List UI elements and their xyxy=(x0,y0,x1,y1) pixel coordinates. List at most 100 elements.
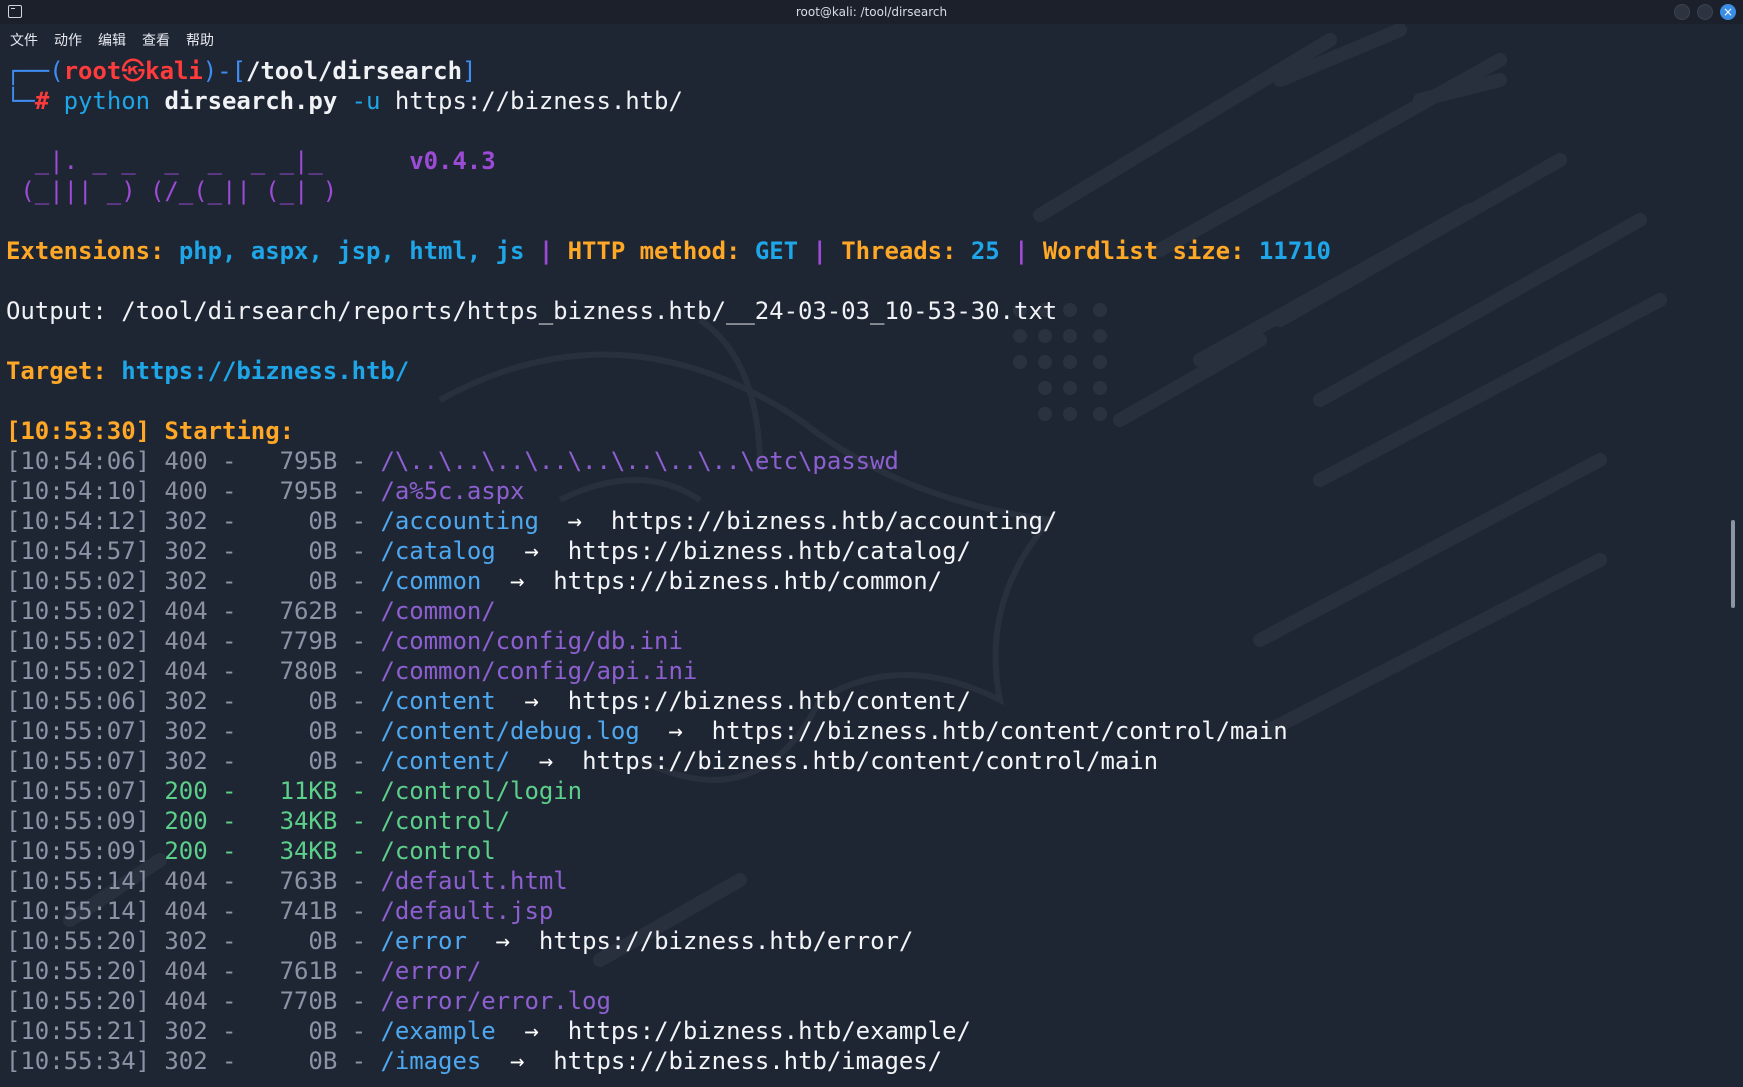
result-path: /content/debug.log xyxy=(380,717,640,745)
result-status: 302 xyxy=(164,537,208,565)
redirect-arrow: → xyxy=(538,747,554,775)
close-button[interactable]: × xyxy=(1720,4,1736,20)
target-label: Target: xyxy=(6,357,107,385)
output-path: /tool/dirsearch/reports/https_bizness.ht… xyxy=(121,297,1058,325)
minimize-button[interactable] xyxy=(1674,4,1690,20)
result-dash: - xyxy=(222,747,237,775)
result-dash: - xyxy=(222,1017,237,1045)
result-dash: - xyxy=(351,957,367,985)
result-size: 779B xyxy=(279,627,338,655)
result-status: 302 xyxy=(164,1017,208,1045)
redirect-arrow: → xyxy=(524,687,539,715)
result-size: 0B xyxy=(308,927,338,955)
result-dash: - xyxy=(222,807,237,835)
result-dash: - xyxy=(351,777,367,805)
result-size: 0B xyxy=(308,1047,338,1075)
terminal-window: root@kali: /tool/dirsearch × 文件 动作 编辑 查看… xyxy=(0,0,1743,1087)
target-url: https://bizness.htb/ xyxy=(121,357,410,385)
result-status: 302 xyxy=(164,747,208,775)
config-line: Extensions: php, aspx, jsp, html, js | H… xyxy=(6,236,1743,266)
result-dash: - xyxy=(351,657,367,685)
redirect-arrow: → xyxy=(524,537,539,565)
result-path: /content/ xyxy=(380,747,511,775)
result-dash: - xyxy=(351,627,367,655)
result-dash: - xyxy=(222,777,237,805)
result-time: [10:55:02] xyxy=(6,597,150,625)
prompt-line-1: ┌──(root㉿kali)-[/tool/dirsearch] xyxy=(6,56,1743,86)
threads-value: 25 xyxy=(970,237,1000,265)
result-dash: - xyxy=(222,567,237,595)
menu-help[interactable]: 帮助 xyxy=(186,30,214,50)
menu-action[interactable]: 动作 xyxy=(54,30,82,50)
result-row: [10:55:14] 404 - 741B - /default.jsp xyxy=(6,896,1743,926)
result-path: /images xyxy=(380,1047,482,1075)
result-time: [10:54:06] xyxy=(6,447,150,475)
result-dash: - xyxy=(351,927,367,955)
result-path: /\..\..\..\..\..\..\..\..\etc\passwd xyxy=(380,447,899,475)
result-path: /error/ xyxy=(380,957,482,985)
result-redirect: https://bizness.htb/catalog/ xyxy=(567,537,971,565)
result-row: [10:54:06] 400 - 795B - /\..\..\..\..\..… xyxy=(6,446,1743,476)
result-time: [10:54:57] xyxy=(6,537,150,565)
result-dash: - xyxy=(222,597,237,625)
result-dash: - xyxy=(351,897,367,925)
wordlist-label: Wordlist size: xyxy=(1042,237,1245,265)
target-line: Target: https://bizness.htb/ xyxy=(6,356,1743,386)
result-row: [10:55:20] 302 - 0B - /error → https://b… xyxy=(6,926,1743,956)
result-path: /control xyxy=(380,837,496,865)
result-status: 302 xyxy=(164,1047,208,1075)
prompt-line-2: └─# python dirsearch.py -u https://bizne… xyxy=(6,86,1743,116)
result-redirect: https://bizness.htb/common/ xyxy=(553,567,943,595)
result-time: [10:55:09] xyxy=(6,807,150,835)
title-bar[interactable]: root@kali: /tool/dirsearch × xyxy=(0,0,1743,24)
result-size: 763B xyxy=(279,867,338,895)
redirect-arrow: → xyxy=(510,567,525,595)
menu-edit[interactable]: 编辑 xyxy=(98,30,126,50)
result-dash: - xyxy=(351,567,367,595)
starting-label: Starting: xyxy=(164,417,294,445)
result-row: [10:55:34] 302 - 0B - /images → https://… xyxy=(6,1046,1743,1076)
result-time: [10:55:21] xyxy=(6,1017,150,1045)
result-status: 404 xyxy=(164,597,208,625)
result-dash: - xyxy=(351,717,367,745)
result-status: 200 xyxy=(164,807,208,835)
result-path: /default.html xyxy=(380,867,568,895)
result-time: [10:55:07] xyxy=(6,777,150,805)
terminal-output[interactable]: ┌──(root㉿kali)-[/tool/dirsearch] └─# pyt… xyxy=(6,56,1743,1076)
result-dash: - xyxy=(222,717,237,745)
wordlist-value: 11710 xyxy=(1258,237,1331,265)
starting-time: [10:53:30] xyxy=(6,417,150,445)
maximize-button[interactable] xyxy=(1697,4,1713,20)
result-time: [10:55:20] xyxy=(6,957,150,985)
result-time: [10:55:07] xyxy=(6,747,150,775)
result-dash: - xyxy=(222,837,237,865)
redirect-arrow: → xyxy=(524,1017,539,1045)
result-dash: - xyxy=(222,507,237,535)
result-size: 0B xyxy=(308,507,338,535)
result-status: 200 xyxy=(164,837,208,865)
menu-file[interactable]: 文件 xyxy=(10,30,38,50)
result-row: [10:55:14] 404 - 763B - /default.html xyxy=(6,866,1743,896)
result-dash: - xyxy=(351,1047,367,1075)
result-time: [10:55:02] xyxy=(6,627,150,655)
redirect-arrow: → xyxy=(567,507,583,535)
result-dash: - xyxy=(351,837,367,865)
result-dash: - xyxy=(222,477,237,505)
command-name: python xyxy=(63,87,151,115)
scrollbar[interactable] xyxy=(1731,520,1735,608)
command-script: dirsearch.py xyxy=(164,87,338,115)
result-redirect: https://bizness.htb/example/ xyxy=(567,1017,971,1045)
result-time: [10:55:02] xyxy=(6,657,150,685)
result-status: 404 xyxy=(164,897,208,925)
result-size: 780B xyxy=(279,657,338,685)
menu-view[interactable]: 查看 xyxy=(142,30,170,50)
config-sep-2: | xyxy=(812,237,827,265)
window-title: root@kali: /tool/dirsearch xyxy=(795,5,948,19)
result-size: 0B xyxy=(308,567,338,595)
result-size: 795B xyxy=(279,447,338,475)
result-dash: - xyxy=(222,447,237,475)
result-row: [10:55:09] 200 - 34KB - /control/ xyxy=(6,806,1743,836)
result-redirect: https://bizness.htb/content/control/main xyxy=(711,717,1288,745)
result-time: [10:55:09] xyxy=(6,837,150,865)
result-row: [10:55:06] 302 - 0B - /content → https:/… xyxy=(6,686,1743,716)
